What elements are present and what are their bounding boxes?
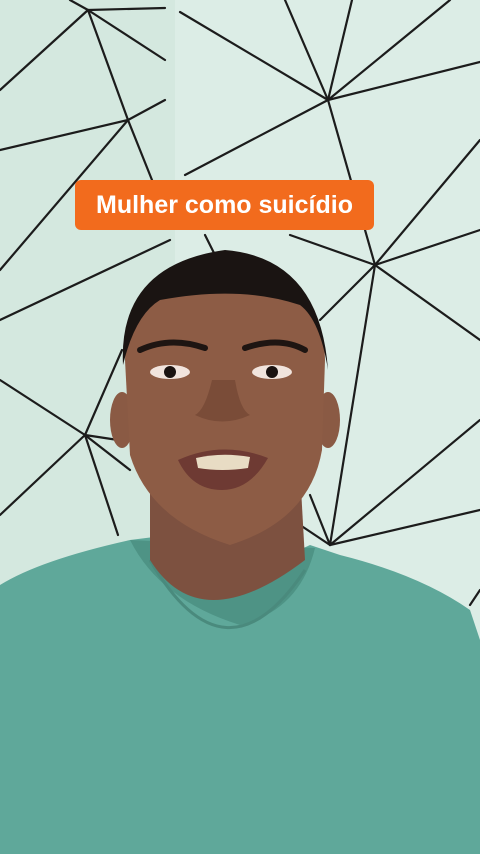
caption-badge: Mulher como suicídio bbox=[75, 180, 374, 230]
person-figure bbox=[0, 250, 480, 854]
video-frame: Mulher como suicídio bbox=[0, 0, 480, 854]
